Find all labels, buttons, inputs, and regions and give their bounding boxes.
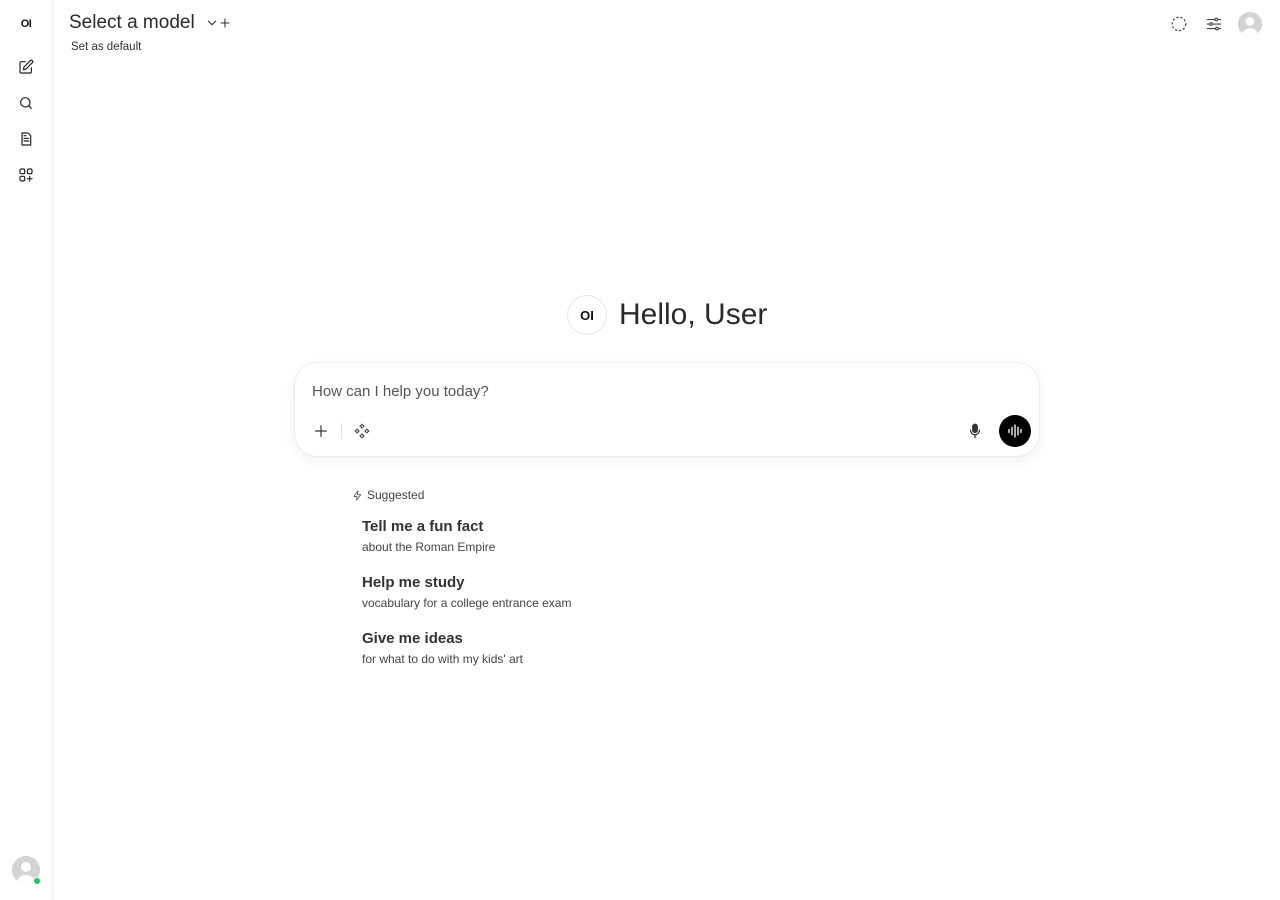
suggestion-subtitle: for what to do with my kids' art: [362, 652, 524, 666]
suggestion-item[interactable]: Give me ideas for what to do with my kid…: [362, 630, 782, 666]
greeting-text: Hello, User: [619, 298, 768, 331]
toolbar-divider: [341, 423, 342, 439]
suggestion-item[interactable]: Tell me a fun fact about the Roman Empir…: [362, 518, 782, 554]
search-button[interactable]: [12, 89, 40, 117]
chat-controls-button[interactable]: [1202, 12, 1226, 36]
dictate-button[interactable]: [963, 419, 987, 443]
notes-button[interactable]: [12, 125, 40, 153]
search-icon: [20, 97, 32, 109]
sliders-icon: [1206, 17, 1222, 31]
model-selector[interactable]: Select a model: [69, 12, 219, 34]
sidebar-rail: OI: [0, 0, 53, 900]
suggestion-title: Tell me a fun fact: [362, 518, 484, 535]
attach-button[interactable]: [309, 419, 333, 443]
greeting: OI Hello, User: [567, 295, 767, 335]
dashed-circle-icon: [1171, 16, 1187, 32]
waveform-icon: [1008, 424, 1022, 438]
suggestion-title: Give me ideas: [362, 630, 463, 647]
model-selector-label: Select a model: [69, 12, 195, 33]
suggestion-subtitle: vocabulary for a college entrance exam: [362, 596, 572, 610]
pencil-square-icon: [19, 59, 34, 74]
suggested-header: Suggested: [352, 488, 424, 502]
app-logo[interactable]: OI: [12, 10, 40, 38]
document-icon: [21, 132, 32, 146]
puzzle-diamond-icon: [354, 423, 370, 439]
temporary-chat-button[interactable]: [1167, 12, 1191, 36]
apps-plus-icon: [19, 168, 33, 182]
set-as-default-link[interactable]: Set as default: [71, 41, 141, 53]
workspace-button[interactable]: [12, 161, 40, 189]
lightning-bolt-icon: [353, 490, 362, 500]
online-status-dot: [33, 877, 41, 885]
plus-icon: [220, 18, 230, 28]
new-chat-button[interactable]: [12, 53, 40, 81]
chat-input-box: [294, 362, 1040, 457]
suggestion-item[interactable]: Help me study vocabulary for a college e…: [362, 574, 782, 610]
suggested-label: Suggested: [367, 488, 425, 502]
voice-mode-button[interactable]: [999, 415, 1031, 447]
chat-input[interactable]: [312, 380, 1012, 402]
integrations-button[interactable]: [350, 419, 374, 443]
plus-icon: [315, 425, 327, 437]
suggestion-title: Help me study: [362, 574, 465, 591]
header-user-avatar[interactable]: [1238, 12, 1262, 36]
suggestion-subtitle: about the Roman Empire: [362, 540, 496, 554]
add-model-button[interactable]: [216, 14, 234, 32]
microphone-icon: [969, 423, 981, 439]
user-silhouette-icon: [1238, 12, 1262, 36]
model-logo: OI: [567, 295, 607, 335]
